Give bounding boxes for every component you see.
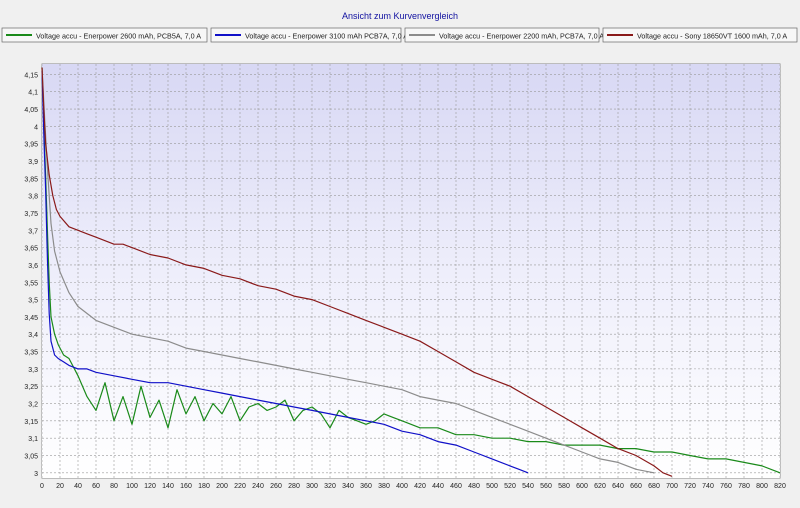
y-tick-label: 3,7 bbox=[28, 228, 38, 235]
x-tick-label: 220 bbox=[234, 483, 246, 490]
x-tick-label: 260 bbox=[270, 483, 282, 490]
x-tick-label: 60 bbox=[92, 483, 100, 490]
x-tick-label: 420 bbox=[414, 483, 426, 490]
x-tick-label: 300 bbox=[306, 483, 318, 490]
y-tick-label: 3,8 bbox=[28, 194, 38, 201]
y-tick-label: 3,15 bbox=[24, 419, 38, 426]
x-tick-label: 20 bbox=[56, 483, 64, 490]
legend: Voltage accu - Enerpower 2600 mAh, PCB5A… bbox=[1, 27, 798, 43]
x-tick-label: 740 bbox=[702, 483, 714, 490]
y-tick-label: 4 bbox=[34, 124, 38, 131]
y-tick-label: 3,1 bbox=[28, 436, 38, 443]
y-tick-label: 3,6 bbox=[28, 263, 38, 270]
x-tick-label: 400 bbox=[396, 483, 408, 490]
x-tick-label: 800 bbox=[756, 483, 768, 490]
y-tick-label: 3,5 bbox=[28, 298, 38, 305]
x-tick-label: 520 bbox=[504, 483, 516, 490]
x-tick-label: 0 bbox=[40, 483, 44, 490]
x-tick-label: 480 bbox=[468, 483, 480, 490]
x-tick-label: 380 bbox=[378, 483, 390, 490]
y-tick-label: 3,95 bbox=[24, 142, 38, 149]
x-tick-label: 360 bbox=[360, 483, 372, 490]
legend-label: Voltage accu - Enerpower 3100 mAh PCB7A,… bbox=[245, 32, 408, 41]
x-tick-label: 580 bbox=[558, 483, 570, 490]
y-tick-label: 3,2 bbox=[28, 402, 38, 409]
y-tick-label: 3,9 bbox=[28, 159, 38, 166]
y-tick-label: 3 bbox=[34, 471, 38, 478]
y-tick-label: 4,15 bbox=[24, 72, 38, 79]
x-tick-label: 600 bbox=[576, 483, 588, 490]
x-tick-label: 180 bbox=[198, 483, 210, 490]
x-tick-label: 280 bbox=[288, 483, 300, 490]
legend-label: Voltage accu - Sony 18650VT 1600 mAh, 7,… bbox=[637, 32, 787, 41]
x-tick-label: 40 bbox=[74, 483, 82, 490]
y-tick-label: 3,65 bbox=[24, 246, 38, 253]
x-tick-label: 440 bbox=[432, 483, 444, 490]
y-tick-label: 4,1 bbox=[28, 90, 38, 97]
x-tick-label: 120 bbox=[144, 483, 156, 490]
x-tick-label: 80 bbox=[110, 483, 118, 490]
y-tick-label: 3,55 bbox=[24, 280, 38, 287]
y-tick-label: 3,4 bbox=[28, 332, 38, 339]
x-tick-label: 540 bbox=[522, 483, 534, 490]
x-tick-label: 320 bbox=[324, 483, 336, 490]
x-tick-label: 160 bbox=[180, 483, 192, 490]
x-tick-label: 680 bbox=[648, 483, 660, 490]
chart-title: Ansicht zum Kurvenvergleich bbox=[342, 11, 458, 21]
x-tick-label: 760 bbox=[720, 483, 732, 490]
chart-window: Ansicht zum Kurvenvergleich Voltage accu… bbox=[0, 0, 800, 508]
x-tick-label: 660 bbox=[630, 483, 642, 490]
y-tick-label: 3,25 bbox=[24, 384, 38, 391]
y-tick-label: 3,35 bbox=[24, 350, 38, 357]
y-tick-label: 3,45 bbox=[24, 315, 38, 322]
y-tick-label: 3,05 bbox=[24, 453, 38, 460]
x-tick-label: 620 bbox=[594, 483, 606, 490]
x-tick-label: 100 bbox=[126, 483, 138, 490]
x-tick-label: 460 bbox=[450, 483, 462, 490]
x-tick-label: 200 bbox=[216, 483, 228, 490]
x-tick-label: 700 bbox=[666, 483, 678, 490]
x-tick-label: 780 bbox=[738, 483, 750, 490]
x-tick-label: 560 bbox=[540, 483, 552, 490]
x-tick-label: 720 bbox=[684, 483, 696, 490]
x-tick-label: 140 bbox=[162, 483, 174, 490]
line-chart: Ansicht zum Kurvenvergleich Voltage accu… bbox=[0, 0, 800, 508]
y-tick-label: 3,85 bbox=[24, 176, 38, 183]
legend-label: Voltage accu - Enerpower 2200 mAh, PCB7A… bbox=[439, 32, 604, 41]
y-tick-label: 4,05 bbox=[24, 107, 38, 114]
x-tick-label: 820 bbox=[774, 483, 786, 490]
y-tick-label: 3,75 bbox=[24, 211, 38, 218]
legend-label: Voltage accu - Enerpower 2600 mAh, PCB5A… bbox=[36, 32, 201, 41]
x-tick-label: 340 bbox=[342, 483, 354, 490]
y-tick-label: 3,3 bbox=[28, 367, 38, 374]
x-tick-label: 500 bbox=[486, 483, 498, 490]
x-tick-label: 640 bbox=[612, 483, 624, 490]
x-tick-label: 240 bbox=[252, 483, 264, 490]
